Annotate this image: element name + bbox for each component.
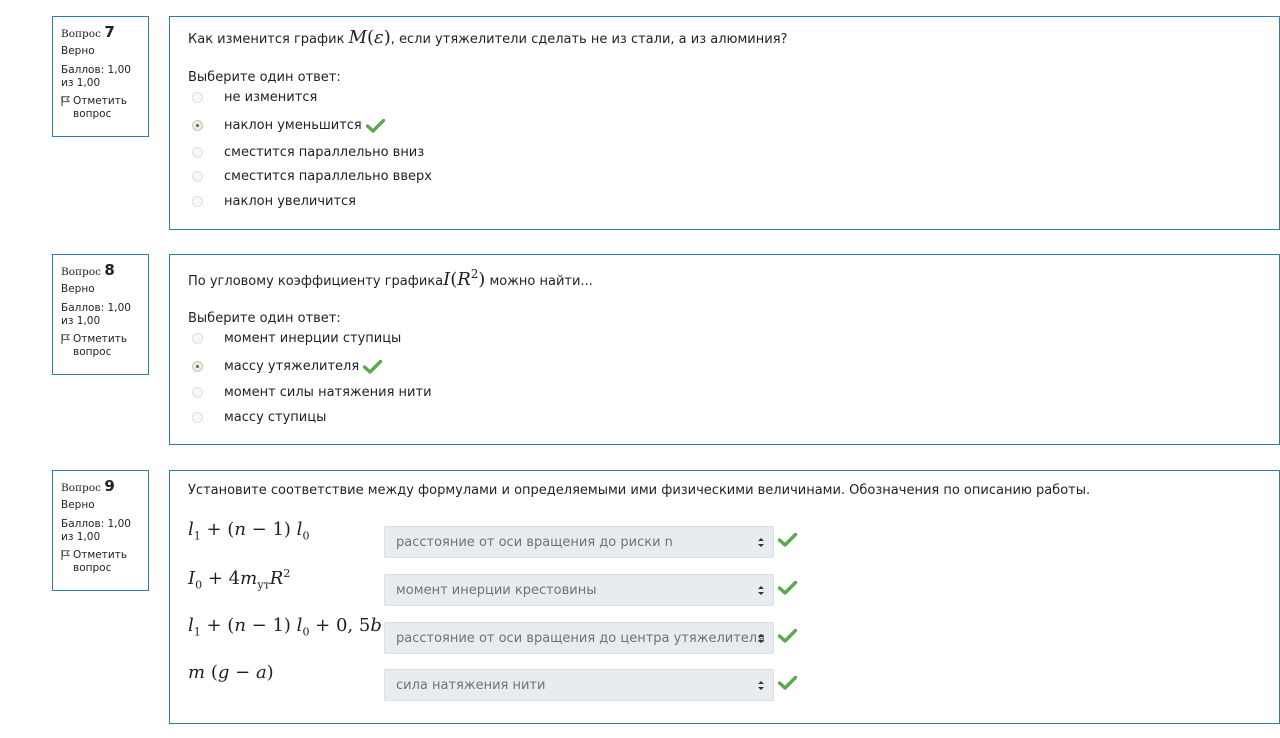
answer-select[interactable]: расстояние от оси вращения до риски n xyxy=(384,526,774,558)
answer-prompt: Выберите один ответ: xyxy=(188,311,341,326)
answer-option[interactable]: массу ступицы xyxy=(192,410,326,425)
answer-option[interactable]: сместится параллельно вниз xyxy=(192,145,424,160)
answer-option[interactable]: наклон увеличится xyxy=(192,194,356,209)
check-icon xyxy=(365,118,385,133)
check-icon xyxy=(778,629,797,643)
flag-question-link[interactable]: Отметить вопрос xyxy=(61,549,140,575)
question-grade: Баллов: 1,00 из 1,00 xyxy=(61,302,131,327)
question-content: Как изменится график M(ε), если утяжелит… xyxy=(169,16,1280,230)
radio-button[interactable] xyxy=(192,196,203,207)
question-state: Верно xyxy=(61,283,95,295)
formula: m (g − a) xyxy=(188,662,274,683)
question-number: Вопрос 9 xyxy=(61,477,115,495)
flag-icon xyxy=(61,96,70,106)
flag-question-link[interactable]: Отметить вопрос xyxy=(61,333,140,359)
question-text: Установите соответствие между формулами … xyxy=(188,483,1091,498)
formula: I0 + 4mутR2 xyxy=(188,567,291,592)
question-info: Вопрос 8 Верно Баллов: 1,00 из 1,00 Отме… xyxy=(52,254,149,375)
radio-button[interactable] xyxy=(192,387,203,398)
question-content: По угловому коэффициенту графикаI(R2) мо… xyxy=(169,254,1280,445)
question-state: Верно xyxy=(61,499,95,511)
question-number: Вопрос 7 xyxy=(61,23,115,41)
answer-select[interactable]: момент инерции крестовины xyxy=(384,574,774,606)
flag-icon xyxy=(61,334,70,344)
question-grade: Баллов: 1,00 из 1,00 xyxy=(61,518,131,543)
question-content: Установите соответствие между формулами … xyxy=(169,470,1280,724)
question-info: Вопрос 9 Верно Баллов: 1,00 из 1,00 Отме… xyxy=(52,470,149,591)
chevron-updown-icon xyxy=(758,634,764,643)
check-icon xyxy=(363,359,383,374)
radio-button[interactable] xyxy=(192,412,203,423)
chevron-updown-icon xyxy=(758,681,764,690)
question-state: Верно xyxy=(61,45,95,57)
answer-option[interactable]: момент силы натяжения нити xyxy=(192,385,432,400)
question-info: Вопрос 7 Верно Баллов: 1,00 из 1,00 Отме… xyxy=(52,16,149,137)
answer-select[interactable]: расстояние от оси вращения до центра утя… xyxy=(384,622,774,654)
question-number: Вопрос 8 xyxy=(61,261,115,279)
answer-option[interactable]: сместится параллельно вверх xyxy=(192,169,432,184)
flag-question-link[interactable]: Отметить вопрос xyxy=(61,95,140,121)
chevron-updown-icon xyxy=(758,538,764,547)
question-grade: Баллов: 1,00 из 1,00 xyxy=(61,64,131,89)
formula: l1 + (n − 1) l0 xyxy=(188,519,310,543)
answer-option[interactable]: не изменится xyxy=(192,90,317,105)
formula: l1 + (n − 1) l0 + 0, 5b xyxy=(188,615,382,639)
answer-option[interactable]: момент инерции ступицы xyxy=(192,331,401,346)
answer-prompt: Выберите один ответ: xyxy=(188,70,341,85)
radio-button[interactable] xyxy=(192,147,203,158)
answer-option[interactable]: наклон уменьшится xyxy=(192,118,385,133)
check-icon xyxy=(778,676,797,690)
radio-button[interactable] xyxy=(192,120,203,131)
question-text: По угловому коэффициенту графикаI(R2) мо… xyxy=(188,267,593,290)
flag-icon xyxy=(61,550,70,560)
chevron-updown-icon xyxy=(758,586,764,595)
radio-button[interactable] xyxy=(192,171,203,182)
check-icon xyxy=(778,581,797,595)
question-text: Как изменится график M(ε), если утяжелит… xyxy=(188,27,788,48)
answer-select[interactable]: сила натяжения нити xyxy=(384,669,774,701)
radio-button[interactable] xyxy=(192,333,203,344)
radio-button[interactable] xyxy=(192,361,203,372)
answer-option[interactable]: массу утяжелителя xyxy=(192,359,383,374)
radio-button[interactable] xyxy=(192,92,203,103)
check-icon xyxy=(778,533,797,547)
